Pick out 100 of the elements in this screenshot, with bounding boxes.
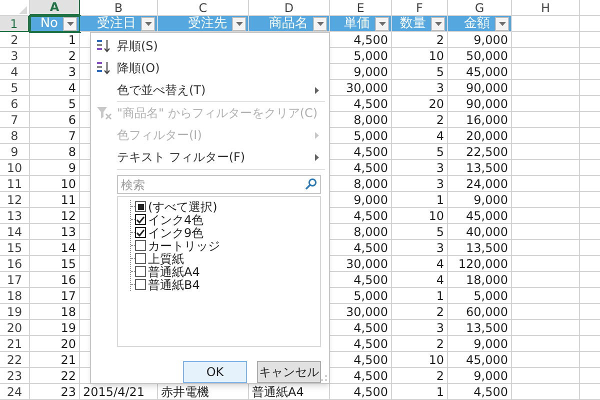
table-cell: 2015/4/21 <box>83 386 145 398</box>
caret-icon <box>236 22 242 26</box>
row-header[interactable]: 17 <box>0 272 30 288</box>
table-cell: 21 <box>60 354 76 366</box>
caret-icon <box>378 22 386 26</box>
sort-descending-icon <box>96 61 112 75</box>
table-cell: 18 <box>60 306 76 318</box>
table-cell: 120,000 <box>458 258 508 270</box>
checkbox[interactable] <box>135 227 146 238</box>
row-header[interactable]: 18 <box>0 288 30 304</box>
value-label[interactable]: インク9色 <box>148 226 204 238</box>
table-cell: 30,000 <box>346 82 388 94</box>
row-header[interactable]: 16 <box>0 256 30 272</box>
table-cell: 16,000 <box>466 114 508 126</box>
table-cell: 10 <box>428 210 444 222</box>
value-label[interactable]: インク4色 <box>148 214 204 226</box>
checkbox[interactable] <box>135 266 146 277</box>
table-cell: 6 <box>68 114 76 126</box>
dropdown-button[interactable] <box>495 16 509 30</box>
table-cell: 4,500 <box>354 146 388 158</box>
caret-icon <box>434 22 442 26</box>
table-cell: 1 <box>436 194 444 206</box>
dropdown-button[interactable] <box>313 16 327 30</box>
table-cell: 14 <box>60 242 76 254</box>
table-cell: 5 <box>436 66 444 78</box>
table-cell: 8,000 <box>354 226 388 238</box>
resize-grip-icon[interactable] <box>321 375 327 381</box>
row-header[interactable]: 5 <box>0 80 30 96</box>
row-header[interactable]: 20 <box>0 320 30 336</box>
dropdown-button[interactable] <box>375 16 389 30</box>
table-cell: 2 <box>436 338 444 350</box>
value-label[interactable]: 普通紙B4 <box>148 278 200 290</box>
checkbox[interactable] <box>135 201 146 212</box>
table-cell: 1 <box>436 386 444 398</box>
table-cell: 23 <box>60 386 76 398</box>
dialog-button[interactable]: キャンセル <box>257 361 321 383</box>
row-header[interactable]: 6 <box>0 96 30 112</box>
table-cell: 4 <box>436 274 444 286</box>
table-cell: 4,500 <box>354 162 388 174</box>
dropdown-button[interactable] <box>431 16 445 30</box>
table-cell: 4,500 <box>354 98 388 110</box>
row-header[interactable]: 13 <box>0 208 30 224</box>
table-cell: 赤井電機 <box>161 386 209 398</box>
dropdown-button[interactable] <box>63 16 77 30</box>
row-header[interactable]: 9 <box>0 144 30 160</box>
checkbox[interactable] <box>135 214 146 225</box>
dialog-button[interactable]: OK <box>183 361 247 383</box>
table-cell: 4 <box>68 82 76 94</box>
checkbox[interactable] <box>135 279 146 290</box>
menu-item[interactable]: 昇順(S) <box>91 35 329 57</box>
value-label[interactable]: カートリッジ <box>148 240 220 252</box>
table-cell: 2 <box>436 34 444 46</box>
table-cell: 4,500 <box>354 210 388 222</box>
row-header[interactable]: 2 <box>0 32 30 48</box>
row-header[interactable]: 12 <box>0 192 30 208</box>
column-header[interactable]: B <box>80 0 158 16</box>
table-cell: 9,000 <box>354 194 388 206</box>
table-cell: 10 <box>428 354 444 366</box>
row-header[interactable]: 24 <box>0 384 30 400</box>
checkbox[interactable] <box>135 253 146 264</box>
dropdown-button[interactable] <box>232 16 246 30</box>
table-cell: 18,000 <box>466 274 508 286</box>
table-cell: 4,500 <box>354 354 388 366</box>
search-field[interactable]: 検索 <box>117 175 321 194</box>
row-header[interactable]: 21 <box>0 336 30 352</box>
menu-item[interactable]: 色で並べ替え(T) <box>91 79 329 101</box>
row-header[interactable]: 19 <box>0 304 30 320</box>
table-cell: 5,000 <box>354 130 388 142</box>
row-header[interactable]: 8 <box>0 128 30 144</box>
column-header[interactable]: A <box>30 0 80 16</box>
value-label[interactable]: (すべて選択) <box>148 200 218 212</box>
table-cell: 45,000 <box>466 354 508 366</box>
menu-item[interactable]: 降順(O) <box>91 57 329 79</box>
value-label[interactable]: 普通紙A4 <box>148 266 200 278</box>
menu-item[interactable]: テキスト フィルター(F) <box>91 146 329 168</box>
row-header[interactable]: 10 <box>0 160 30 176</box>
row-header[interactable]: 23 <box>0 368 30 384</box>
table-cell: 11 <box>60 194 76 206</box>
row-header[interactable]: 1 <box>0 16 30 32</box>
row-header[interactable]: 11 <box>0 176 30 192</box>
table-cell: 13,500 <box>466 242 508 254</box>
table-header-cell-text: 受注先 <box>188 17 228 30</box>
table-cell: 1 <box>68 34 76 46</box>
row-header[interactable]: 15 <box>0 240 30 256</box>
table-cell: 50,000 <box>466 50 508 62</box>
row-header[interactable]: 3 <box>0 48 30 64</box>
row-header[interactable]: 14 <box>0 224 30 240</box>
table-cell: 30,000 <box>346 258 388 270</box>
value-label[interactable]: 上質紙 <box>148 252 184 264</box>
row-header[interactable]: 7 <box>0 112 30 128</box>
dropdown-button[interactable] <box>141 16 155 30</box>
table-cell: 9,000 <box>474 34 508 46</box>
table-cell: 5 <box>436 146 444 158</box>
table-header-cell-text: 単価 <box>344 17 371 30</box>
row-header[interactable]: 4 <box>0 64 30 80</box>
checkbox[interactable] <box>135 240 146 251</box>
row-header[interactable]: 22 <box>0 352 30 368</box>
table-cell: 4,500 <box>354 274 388 286</box>
table-header-cell-text: 受注日 <box>97 17 137 30</box>
table-cell: 2 <box>436 114 444 126</box>
